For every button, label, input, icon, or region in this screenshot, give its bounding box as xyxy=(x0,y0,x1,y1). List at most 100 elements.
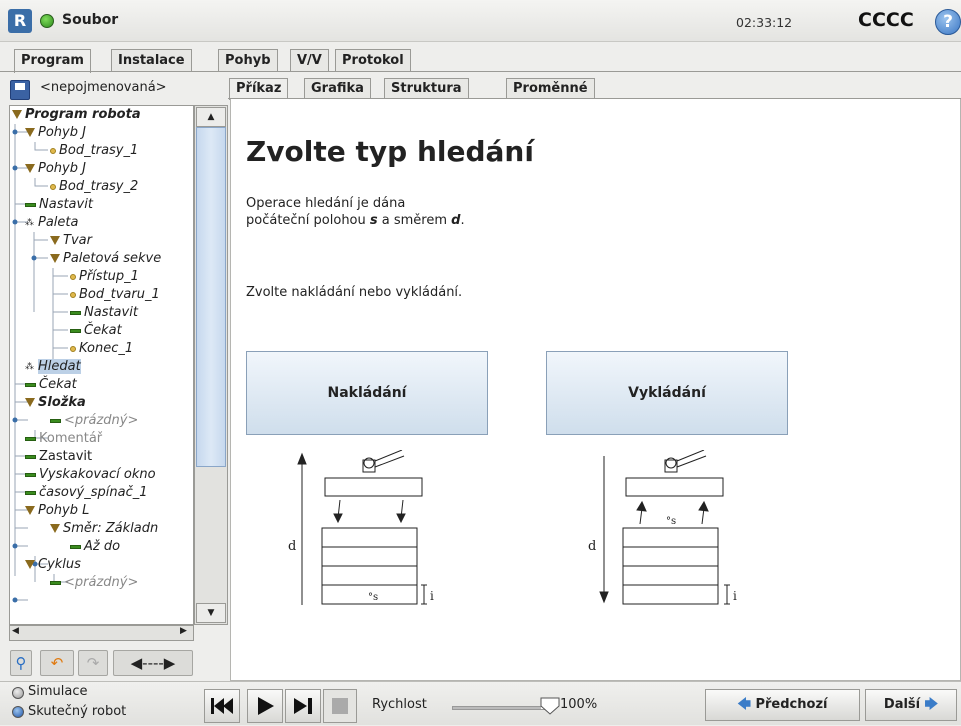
play-button[interactable] xyxy=(247,689,283,723)
scroll-thumb[interactable] xyxy=(196,127,226,467)
tree-node[interactable]: Konec_1 xyxy=(70,340,133,358)
tree-node[interactable]: Bod_trasy_2 xyxy=(50,178,138,196)
command-icon xyxy=(25,202,36,207)
tree-node-selected[interactable]: ⁂ Hledat xyxy=(25,358,81,376)
arrow-right-icon: 🡆 xyxy=(920,697,939,712)
tree-node[interactable]: Nastavit xyxy=(25,196,93,214)
tab-io[interactable]: V/V xyxy=(290,49,329,72)
clock: 02:33:12 xyxy=(736,15,793,30)
rewind-button[interactable] xyxy=(204,689,240,723)
stacking-button[interactable]: Nakládání xyxy=(246,351,488,435)
help-icon[interactable]: ? xyxy=(935,9,961,35)
description-line: počáteční polohou s a směrem d. xyxy=(246,213,465,228)
stop-icon xyxy=(332,698,348,714)
tab-variables[interactable]: Proměnné xyxy=(506,78,595,99)
tab-command[interactable]: Příkaz xyxy=(229,78,289,100)
waypoint-icon xyxy=(70,291,76,298)
tab-log[interactable]: Protokol xyxy=(335,49,411,72)
i-label: i xyxy=(430,589,434,603)
command-icon xyxy=(50,418,61,423)
tree-node[interactable]: Komentář xyxy=(25,430,102,448)
file-menu[interactable]: Soubor xyxy=(62,12,118,28)
scroll-left-icon[interactable]: ◀ xyxy=(12,626,19,636)
tree-node[interactable]: Pohyb J xyxy=(25,124,86,142)
tree-node[interactable]: Cyklus xyxy=(25,556,81,574)
tree-node[interactable]: <prázdný> xyxy=(50,574,138,592)
move-node-icon[interactable]: ◀----▶ xyxy=(113,650,193,676)
tab-installation[interactable]: Instalace xyxy=(111,49,192,72)
tab-program[interactable]: Program xyxy=(14,49,91,73)
tree-node[interactable]: Paletová sekve xyxy=(50,250,161,268)
tree-node[interactable]: Zastavit xyxy=(25,448,92,466)
tab-move[interactable]: Pohyb xyxy=(218,49,278,72)
tree-node[interactable]: Směr: Základn xyxy=(50,520,158,538)
speed-slider-thumb[interactable] xyxy=(540,697,560,715)
tree-node[interactable]: Bod_trasy_1 xyxy=(50,142,138,160)
command-icon xyxy=(25,454,36,459)
waypoint-icon xyxy=(50,147,56,154)
command-icon xyxy=(70,328,81,333)
tree-node[interactable]: Až do xyxy=(70,538,120,556)
tree-node[interactable]: Nastavit xyxy=(70,304,138,322)
tree-node[interactable]: Pohyb J xyxy=(25,160,86,178)
program-name: <nepojmenovaná> xyxy=(40,80,167,95)
s-label: °s xyxy=(368,592,378,603)
folder-triangle-icon xyxy=(50,254,60,263)
command-icon xyxy=(70,310,81,315)
redo-icon[interactable]: ↷ xyxy=(78,650,108,676)
scroll-down-button[interactable]: ▼ xyxy=(196,603,226,623)
step-icon xyxy=(294,698,312,714)
robot-name: CCCC xyxy=(858,9,914,31)
gripper-plate xyxy=(625,477,724,497)
simulation-label: Simulace xyxy=(28,684,88,699)
command-icon xyxy=(25,472,36,477)
tree-horizontal-scrollbar[interactable]: ◀ ▶ xyxy=(9,625,194,641)
folder-triangle-icon xyxy=(12,110,22,119)
destacking-button[interactable]: Vykládání xyxy=(546,351,788,435)
tab-divider xyxy=(0,71,961,72)
tree-node[interactable]: Čekat xyxy=(70,322,122,340)
folder-triangle-icon xyxy=(25,164,35,173)
search-node-icon: ⁂ xyxy=(25,361,34,372)
tree-node[interactable]: Složka xyxy=(25,394,86,412)
waypoint-icon xyxy=(70,273,76,280)
tree-node[interactable]: <prázdný> xyxy=(50,412,138,430)
previous-button[interactable]: 🡄 Předchozí xyxy=(705,689,860,721)
next-button[interactable]: Další 🡆 xyxy=(865,689,957,721)
ur-logo-icon: R xyxy=(8,9,32,33)
folder-triangle-icon xyxy=(25,506,35,515)
d-label: d xyxy=(588,539,596,554)
tree-node[interactable]: Program robota xyxy=(12,106,141,124)
real-robot-radio[interactable] xyxy=(12,706,24,718)
scroll-right-icon[interactable]: ▶ xyxy=(180,626,187,636)
stop-button[interactable] xyxy=(323,689,357,723)
folder-triangle-icon xyxy=(50,524,60,533)
speed-label: Rychlost xyxy=(372,697,427,712)
tree-node[interactable]: časový_spínač_1 xyxy=(25,484,148,502)
tab-graphics[interactable]: Grafika xyxy=(304,78,371,99)
tab-structure[interactable]: Struktura xyxy=(384,78,469,99)
search-icon[interactable]: ⚲ xyxy=(10,650,32,676)
destacking-diagram: d °s i xyxy=(588,450,737,605)
step-button[interactable] xyxy=(285,689,321,723)
play-icon xyxy=(258,697,274,715)
instruction-text: Zvolte nakládání nebo vykládání. xyxy=(246,285,463,300)
simulation-radio[interactable] xyxy=(12,687,24,699)
folder-triangle-icon xyxy=(25,128,35,137)
rewind-icon xyxy=(211,698,233,714)
robot-status-icon[interactable] xyxy=(40,14,54,28)
scroll-up-button[interactable]: ▲ xyxy=(196,107,226,127)
d-label: d xyxy=(288,539,296,554)
tree-node[interactable]: Vyskakovací okno xyxy=(25,466,156,484)
tree-node[interactable]: Pohyb L xyxy=(25,502,89,520)
tree-node[interactable]: ⁂ Paleta xyxy=(25,214,78,232)
folder-triangle-icon xyxy=(25,560,35,569)
real-robot-label: Skutečný robot xyxy=(28,704,127,719)
save-icon[interactable] xyxy=(10,80,30,100)
program-tree[interactable]: Program robota Pohyb J Bod_trasy_1 Pohyb… xyxy=(9,105,194,625)
tree-node[interactable]: Bod_tvaru_1 xyxy=(70,286,160,304)
tree-node[interactable]: Čekat xyxy=(25,376,77,394)
tree-node[interactable]: Přístup_1 xyxy=(70,268,139,286)
tree-node[interactable]: Tvar xyxy=(50,232,92,250)
undo-icon[interactable]: ↶ xyxy=(40,650,74,676)
